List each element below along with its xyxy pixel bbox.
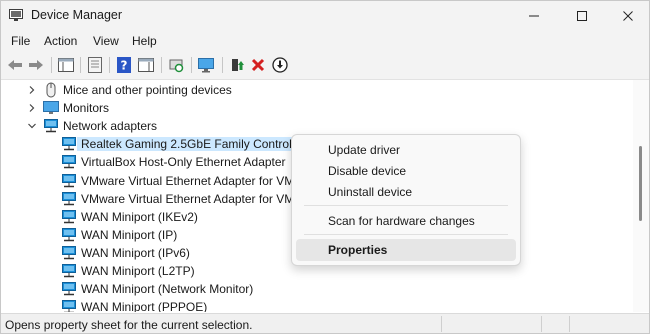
scrollbar-thumb[interactable]	[639, 146, 642, 221]
network-adapter-icon	[62, 300, 76, 312]
properties-pane-icon	[58, 58, 74, 72]
status-text: Opens property sheet for the current sel…	[5, 318, 253, 332]
back-arrow-icon	[8, 60, 22, 70]
context-menu-separator	[304, 205, 508, 206]
menu-help[interactable]: Help	[132, 34, 157, 48]
uninstall-device-icon	[251, 58, 265, 72]
tree-row-label: VirtualBox Host-Only Ethernet Adapter	[81, 155, 286, 170]
network-adapter-icon	[62, 282, 76, 296]
tree-row-label: WAN Miniport (IP)	[81, 227, 178, 242]
chevron-right-icon[interactable]	[27, 85, 37, 95]
minimize-icon	[529, 15, 539, 17]
menu-file[interactable]: File	[11, 34, 30, 48]
device-view-icon	[88, 57, 102, 73]
tree-row-label: VMware Virtual Ethernet Adapter for VMn	[81, 173, 301, 188]
context-menu: Update driver Disable device Uninstall dev…	[291, 134, 521, 266]
context-menu-separator	[304, 234, 508, 235]
tree-row-label: Monitors	[63, 101, 110, 116]
tree-row-label: WAN Miniport (IKEv2)	[81, 209, 198, 224]
tree-row-label: Network adapters	[63, 119, 158, 134]
tree-row-label: WAN Miniport (L2TP)	[81, 264, 195, 278]
tree-row-label: Mice and other pointing devices	[63, 83, 232, 97]
update-driver-button[interactable]	[227, 55, 247, 75]
mouse-icon	[46, 82, 56, 98]
display-button[interactable]	[196, 55, 216, 75]
ctx-disable-device[interactable]: Disable device	[296, 160, 516, 182]
network-adapter-icon	[62, 209, 76, 223]
status-bar: Opens property sheet for the current sel…	[1, 313, 649, 333]
help-button[interactable]: ?	[114, 55, 134, 75]
tree-row-label: WAN Miniport (IPv6)	[81, 245, 190, 260]
tree-row[interactable]: Monitors	[1, 99, 633, 117]
network-adapter-icon	[62, 137, 76, 151]
ctx-uninstall-device[interactable]: Uninstall device	[296, 181, 516, 203]
title-bar[interactable]: Device Manager	[1, 1, 649, 31]
maximize-icon	[577, 11, 587, 21]
network-adapter-icon	[62, 264, 76, 278]
disable-device-icon	[272, 57, 288, 73]
monitor-icon	[43, 101, 59, 115]
svg-text:?: ?	[121, 59, 128, 73]
back-button[interactable]	[5, 55, 25, 75]
ctx-update-driver[interactable]: Update driver	[296, 139, 516, 161]
action-pane-icon	[138, 58, 154, 72]
maximize-button[interactable]	[559, 1, 605, 31]
vertical-scrollbar[interactable]	[633, 80, 649, 312]
ctx-scan-hardware[interactable]: Scan for hardware changes	[296, 210, 516, 232]
tree-row-label: VMware Virtual Ethernet Adapter for VMn	[81, 191, 301, 206]
device-manager-window: Device Manager File Action View Help ? M…	[0, 0, 650, 334]
tree-row[interactable]: WAN Miniport (PPPOE)	[1, 298, 633, 312]
device-manager-app-icon	[9, 9, 23, 21]
minimize-button[interactable]	[511, 1, 557, 31]
context-menu-item-label: Scan for hardware changes	[328, 214, 475, 228]
chevron-right-icon[interactable]	[27, 103, 37, 113]
network-adapter-icon	[62, 191, 76, 205]
network-adapter-icon	[62, 227, 76, 242]
show-hide-console-tree-button[interactable]	[56, 55, 76, 75]
menu-action[interactable]: Action	[44, 34, 77, 48]
device-view-button[interactable]	[85, 55, 105, 75]
update-driver-icon	[232, 59, 244, 71]
toolbar: ?	[1, 51, 649, 80]
scan-hardware-button[interactable]	[166, 55, 186, 75]
network-adapter-icon	[44, 119, 58, 133]
context-menu-item-label: Update driver	[328, 143, 401, 157]
tree-row-label: WAN Miniport (PPPOE)	[81, 300, 208, 312]
window-title: Device Manager	[31, 8, 123, 22]
forward-arrow-icon	[29, 60, 43, 70]
scan-hardware-icon	[169, 59, 184, 73]
network-adapter-icon	[62, 173, 76, 187]
disable-device-button[interactable]	[270, 55, 290, 75]
tree-row-label: WAN Miniport (Network Monitor)	[81, 282, 254, 297]
close-icon	[623, 11, 633, 21]
action-pane-button[interactable]	[136, 55, 156, 75]
ctx-properties[interactable]: Properties	[296, 239, 516, 261]
context-menu-item-label: Uninstall device	[328, 185, 413, 199]
tree-row[interactable]: Mice and other pointing devices	[1, 81, 633, 99]
monitor-icon	[198, 57, 214, 72]
close-button[interactable]	[605, 1, 649, 31]
network-adapter-icon	[62, 245, 76, 260]
menu-view[interactable]: View	[93, 34, 119, 48]
context-menu-item-label: Properties	[328, 243, 388, 257]
chevron-down-icon[interactable]	[27, 121, 37, 131]
tree-row-label: Realtek Gaming 2.5GbE Family Controller	[77, 137, 310, 152]
context-menu-item-label: Disable device	[328, 164, 407, 178]
menu-bar: File Action View Help	[1, 31, 649, 51]
forward-button[interactable]	[26, 55, 46, 75]
uninstall-device-button[interactable]	[248, 55, 268, 75]
tree-row[interactable]: WAN Miniport (Network Monitor)	[1, 280, 633, 298]
tree-row[interactable]: Network adapters	[1, 117, 633, 135]
network-adapter-icon	[62, 155, 76, 169]
help-icon: ?	[117, 57, 131, 73]
